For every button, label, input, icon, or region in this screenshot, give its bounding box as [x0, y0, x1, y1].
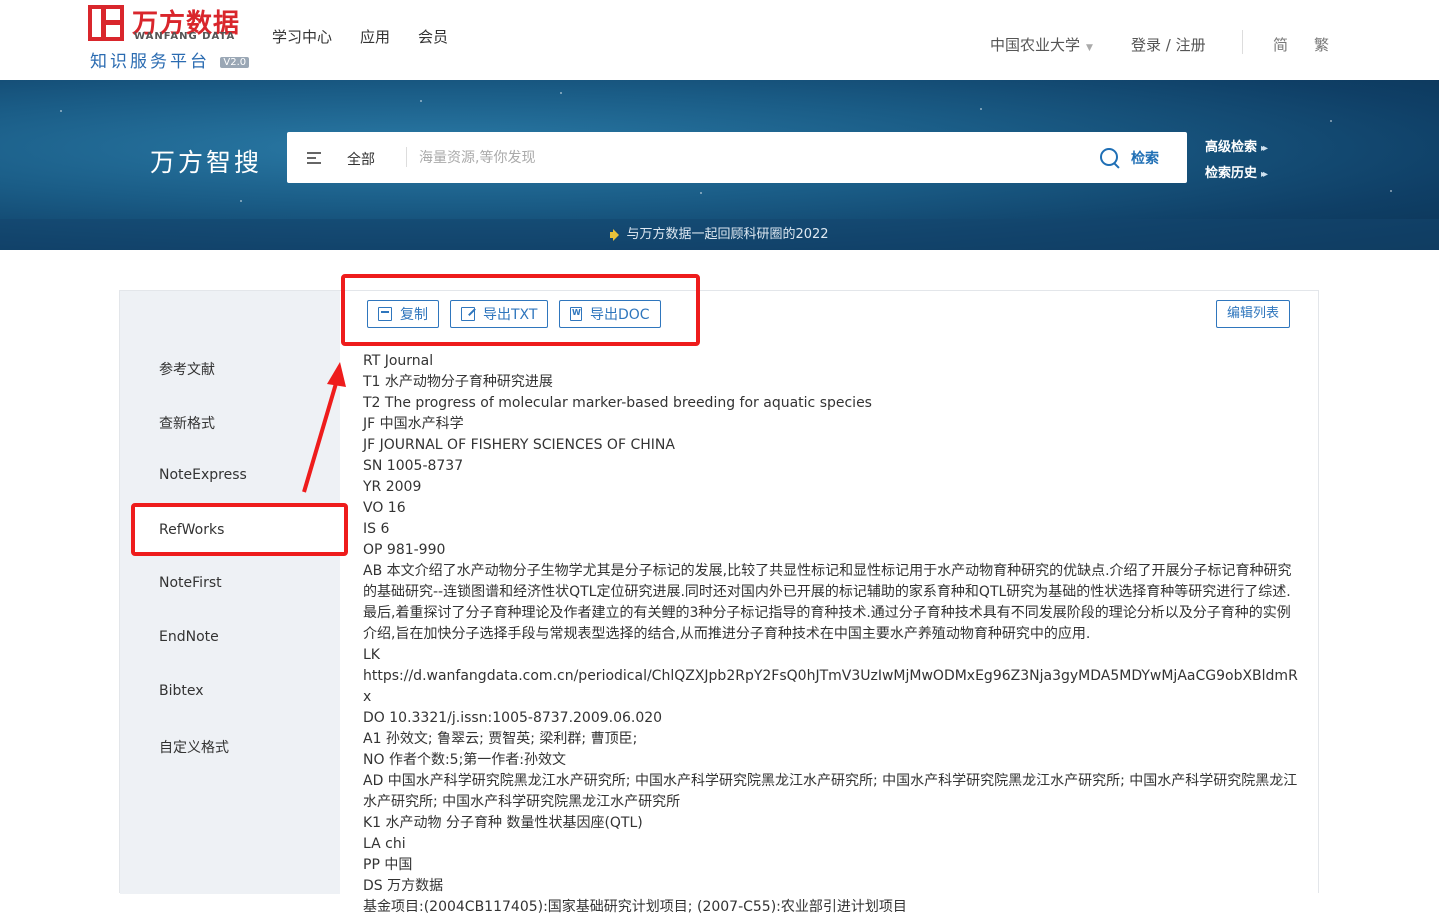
citation-line: IS 6 [363, 521, 390, 537]
citation-funding: 基金项目:(2004CB117405):国家基础研究计划项目; (2007-C5… [363, 899, 907, 915]
logo-subtitle: 知识服务平台 V2.0 [90, 47, 250, 72]
citation-abstract: AB 本文介绍了水产动物分子生物学尤其是分子标记的发展,比较了共显性标记和显性标… [363, 563, 1292, 642]
nav-apps[interactable]: 应用 [360, 26, 390, 47]
menu-icon[interactable] [307, 152, 321, 164]
banner-star [980, 108, 982, 110]
format-item-endnote[interactable]: EndNote [159, 629, 219, 645]
citation-line: OP 981-990 [363, 542, 446, 558]
citation-line: JF 中国水产科学 [363, 416, 464, 432]
citation-place: PP 中国 [363, 857, 413, 873]
banner-star [1390, 190, 1392, 192]
citation-affiliations: AD 中国水产科学研究院黑龙江水产研究所; 中国水产科学研究院黑龙江水产研究所;… [363, 773, 1298, 810]
logo-english: WANFANG DATA [134, 31, 236, 42]
search-history-label: 检索历史 [1205, 166, 1258, 181]
wanfang-logo[interactable]: 万方数据 WANFANG DATA 知识服务平台 V2.0 [88, 5, 250, 72]
word-doc-icon [570, 307, 582, 321]
citation-line: RT Journal [363, 353, 434, 369]
citation-database: DS 万方数据 [363, 878, 444, 894]
search-scope-selector[interactable]: 全部 [347, 149, 375, 169]
format-item-notefirst[interactable]: NoteFirst [159, 575, 222, 591]
institution-selector[interactable]: 中国农业大学 ▼ [990, 34, 1093, 55]
version-badge: V2.0 [220, 56, 250, 68]
brand-title: 万方智搜 [150, 148, 263, 177]
edit-list-button[interactable]: 编辑列表 [1215, 300, 1290, 328]
format-item-references[interactable]: 参考文献 [159, 359, 215, 379]
banner-star [420, 100, 422, 102]
search-divider [406, 147, 407, 167]
format-item-refworks[interactable]: RefWorks [133, 507, 347, 553]
citation-authors: A1 孙效文; 鲁翠云; 贾智英; 梁利群; 曹顶臣; [363, 731, 638, 747]
citation-language: LA chi [363, 836, 406, 852]
lang-traditional[interactable]: 繁 [1314, 34, 1329, 55]
format-item-noteexpress[interactable]: NoteExpress [159, 467, 247, 483]
nav-learning-center[interactable]: 学习中心 [272, 26, 332, 47]
banner-star [60, 110, 62, 112]
search-history-link[interactable]: 检索历史 ▸▸ [1205, 162, 1268, 181]
citation-line: VO 16 [363, 500, 406, 516]
banner-star [700, 192, 702, 194]
notice-text: 与万方数据一起回顾科研圈的2022 [626, 227, 829, 242]
main-nav: 学习中心 应用 会员 [272, 26, 448, 47]
format-item-novelty[interactable]: 查新格式 [159, 413, 215, 433]
export-txt-button[interactable]: 导出TXT [450, 300, 549, 328]
search-button-label: 检索 [1131, 151, 1159, 167]
search-box: 全部 检索 [287, 132, 1187, 183]
citation-line: JF JOURNAL OF FISHERY SCIENCES OF CHINA [363, 437, 675, 453]
citation-link-label: LK [363, 647, 380, 663]
format-item-custom[interactable]: 自定义格式 [159, 737, 229, 757]
export-panel: 参考文献 查新格式 NoteExpress RefWorks NoteFirst… [119, 290, 1319, 915]
logo-mark-icon [88, 5, 124, 41]
citation-line: YR 2009 [363, 479, 422, 495]
lang-simplified[interactable]: 简 [1273, 34, 1288, 55]
citation-text: RT Journal T1 水产动物分子育种研究进展 T2 The progre… [363, 351, 1298, 918]
citation-doi: DO 10.3321/j.issn:1005-8737.2009.06.020 [363, 710, 663, 726]
search-button[interactable]: 检索 [1099, 145, 1159, 171]
citation-keywords: K1 水产动物 分子育种 数量性状基因座(QTL) [363, 815, 643, 831]
advanced-search-label: 高级检索 [1205, 140, 1258, 155]
speaker-icon [610, 228, 622, 241]
banner-star [560, 92, 562, 94]
export-doc-label: 导出DOC [590, 307, 650, 323]
search-icon [1099, 147, 1121, 169]
export-doc-button[interactable]: 导出DOC [559, 300, 661, 328]
banner-star [240, 200, 242, 202]
format-item-bibtex[interactable]: Bibtex [159, 683, 204, 699]
export-icon [461, 307, 475, 321]
advanced-search-link[interactable]: 高级检索 ▸▸ [1205, 136, 1268, 155]
citation-line: T2 The progress of molecular marker-base… [363, 395, 872, 411]
login-register-link[interactable]: 登录 / 注册 [1131, 34, 1206, 55]
banner-star [1330, 120, 1332, 122]
logo-subtitle-text: 知识服务平台 [90, 52, 210, 72]
search-input[interactable] [419, 142, 1079, 173]
copy-icon [378, 307, 392, 321]
double-chevron-right-icon: ▸▸ [1261, 143, 1268, 154]
citation-line: SN 1005-8737 [363, 458, 464, 474]
export-txt-label: 导出TXT [483, 307, 538, 323]
institution-name: 中国农业大学 [990, 36, 1081, 54]
notice-bar[interactable]: 与万方数据一起回顾科研圈的2022 [0, 219, 1439, 250]
top-bar: 万方数据 WANFANG DATA 知识服务平台 V2.0 学习中心 应用 会员… [0, 0, 1439, 80]
caret-down-icon: ▼ [1086, 43, 1093, 53]
search-banner: 万方智搜 全部 检索 高级检索▸▸ 检索历史▸▸ 与万方数据一起回顾科研圈的20… [0, 80, 1439, 250]
nav-membership[interactable]: 会员 [418, 26, 448, 47]
header-divider [1242, 30, 1243, 54]
citation-line: T1 水产动物分子育种研究进展 [363, 374, 553, 390]
format-sidebar: 参考文献 查新格式 NoteExpress RefWorks NoteFirst… [120, 291, 347, 894]
copy-button-label: 复制 [400, 307, 428, 323]
double-chevron-right-icon: ▸▸ [1261, 169, 1268, 180]
copy-button[interactable]: 复制 [367, 300, 439, 328]
citation-notes: NO 作者个数:5;第一作者:孙效文 [363, 752, 566, 768]
citation-url: https://d.wanfangdata.com.cn/periodical/… [363, 668, 1298, 705]
